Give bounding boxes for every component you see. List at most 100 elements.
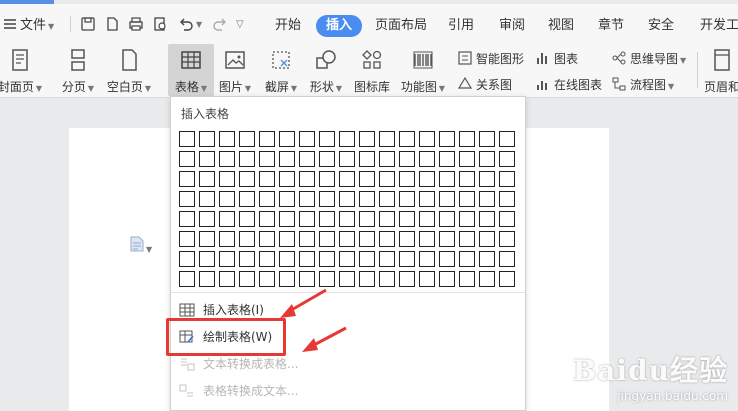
grid-cell[interactable] (179, 171, 195, 187)
tab-insert[interactable]: 插入 (316, 15, 363, 37)
grid-cell[interactable] (299, 211, 315, 227)
grid-cell[interactable] (259, 151, 275, 167)
grid-cell[interactable] (499, 171, 515, 187)
tab-security[interactable]: 安全 (648, 14, 674, 33)
grid-cell[interactable] (199, 271, 215, 287)
grid-cell[interactable] (279, 231, 295, 247)
grid-cell[interactable] (339, 131, 355, 147)
grid-cell[interactable] (359, 171, 375, 187)
grid-cell[interactable] (379, 131, 395, 147)
menu-icon[interactable] (2, 16, 18, 32)
grid-cell[interactable] (179, 191, 195, 207)
grid-cell[interactable] (399, 231, 415, 247)
grid-cell[interactable] (439, 151, 455, 167)
undo-dropdown-icon[interactable]: ▼ (196, 16, 206, 32)
relationship-chart-button[interactable]: 关系图 (457, 76, 512, 94)
grid-cell[interactable] (359, 151, 375, 167)
export-pdf-icon[interactable] (104, 16, 120, 32)
grid-cell[interactable] (379, 231, 395, 247)
print-icon[interactable] (128, 16, 144, 32)
grid-cell[interactable] (239, 151, 255, 167)
grid-cell[interactable] (319, 131, 335, 147)
grid-cell[interactable] (299, 131, 315, 147)
grid-cell[interactable] (339, 151, 355, 167)
grid-cell[interactable] (299, 151, 315, 167)
grid-cell[interactable] (419, 171, 435, 187)
grid-cell[interactable] (299, 171, 315, 187)
grid-cell[interactable] (259, 271, 275, 287)
grid-cell[interactable] (219, 231, 235, 247)
grid-cell[interactable] (459, 151, 475, 167)
save-icon[interactable] (80, 16, 96, 32)
grid-cell[interactable] (399, 171, 415, 187)
grid-cell[interactable] (439, 131, 455, 147)
grid-cell[interactable] (239, 171, 255, 187)
grid-cell[interactable] (179, 211, 195, 227)
chart-button[interactable]: 图表 (535, 50, 578, 68)
grid-cell[interactable] (379, 191, 395, 207)
tab-home[interactable]: 开始 (275, 14, 301, 33)
grid-cell[interactable] (179, 131, 195, 147)
grid-cell[interactable] (499, 151, 515, 167)
grid-cell[interactable] (379, 251, 395, 267)
smart-art-button[interactable]: 智能图形 (457, 50, 524, 68)
grid-cell[interactable] (319, 211, 335, 227)
grid-cell[interactable] (359, 211, 375, 227)
tab-chapter[interactable]: 章节 (598, 14, 624, 33)
grid-cell[interactable] (379, 211, 395, 227)
grid-cell[interactable] (459, 251, 475, 267)
grid-cell[interactable] (259, 211, 275, 227)
grid-cell[interactable] (259, 191, 275, 207)
grid-cell[interactable] (439, 251, 455, 267)
grid-cell[interactable] (279, 171, 295, 187)
grid-cell[interactable] (219, 211, 235, 227)
grid-cell[interactable] (179, 271, 195, 287)
grid-cell[interactable] (319, 251, 335, 267)
grid-cell[interactable] (439, 191, 455, 207)
grid-cell[interactable] (499, 231, 515, 247)
grid-cell[interactable] (419, 191, 435, 207)
grid-cell[interactable] (459, 131, 475, 147)
grid-cell[interactable] (259, 171, 275, 187)
grid-cell[interactable] (459, 211, 475, 227)
grid-cell[interactable] (339, 251, 355, 267)
grid-cell[interactable] (479, 131, 495, 147)
grid-cell[interactable] (219, 191, 235, 207)
grid-cell[interactable] (279, 131, 295, 147)
icon-library-button[interactable]: 图标库 (352, 44, 392, 96)
grid-cell[interactable] (299, 191, 315, 207)
grid-cell[interactable] (479, 151, 495, 167)
cover-page-button[interactable]: 封面页 ▼ (0, 44, 46, 96)
grid-cell[interactable] (199, 131, 215, 147)
grid-cell[interactable] (239, 211, 255, 227)
grid-cell[interactable] (479, 251, 495, 267)
grid-cell[interactable] (359, 231, 375, 247)
grid-cell[interactable] (299, 271, 315, 287)
grid-cell[interactable] (319, 191, 335, 207)
grid-cell[interactable] (479, 211, 495, 227)
grid-cell[interactable] (239, 231, 255, 247)
grid-cell[interactable] (359, 271, 375, 287)
tab-review[interactable]: 审阅 (499, 14, 525, 33)
grid-cell[interactable] (239, 191, 255, 207)
text-to-table-menu-item[interactable]: 文本转换成表格... (179, 353, 298, 375)
grid-cell[interactable] (199, 211, 215, 227)
screenshot-button[interactable]: 截屏 ▼ (262, 44, 300, 96)
grid-cell[interactable] (419, 271, 435, 287)
grid-cell[interactable] (419, 251, 435, 267)
grid-cell[interactable] (319, 171, 335, 187)
grid-cell[interactable] (259, 131, 275, 147)
grid-cell[interactable] (339, 211, 355, 227)
grid-cell[interactable] (399, 131, 415, 147)
grid-cell[interactable] (339, 231, 355, 247)
grid-cell[interactable] (359, 251, 375, 267)
customize-toolbar-icon[interactable]: ▽ (236, 16, 252, 32)
grid-cell[interactable] (479, 231, 495, 247)
grid-cell[interactable] (199, 231, 215, 247)
tab-references[interactable]: 引用 (448, 14, 474, 33)
grid-cell[interactable] (239, 131, 255, 147)
grid-cell[interactable] (359, 131, 375, 147)
grid-cell[interactable] (399, 271, 415, 287)
grid-cell[interactable] (459, 191, 475, 207)
grid-cell[interactable] (499, 131, 515, 147)
